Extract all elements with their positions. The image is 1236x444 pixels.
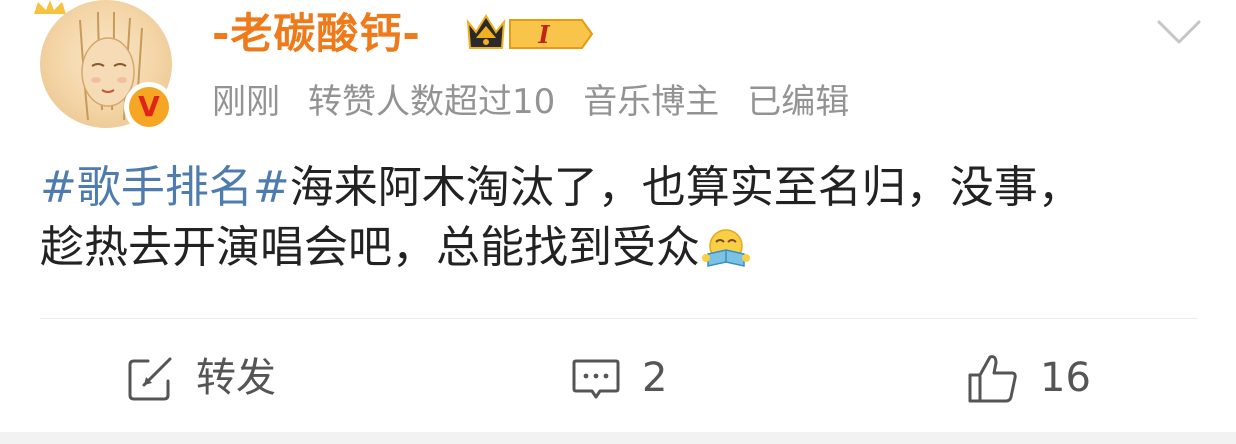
- like-button[interactable]: 16: [966, 348, 1091, 408]
- weibo-post-card: V -老碳酸钙- I 刚刚 转赞人数超过10 音乐博主 已编辑 #歌手排名#海来阿木淘…: [0, 0, 1236, 444]
- content-line1: 海来阿木淘汰了，也算实至名归，没事，: [289, 162, 1082, 213]
- like-count: 16: [1040, 355, 1091, 401]
- content-line2: 趁热去开演唱会吧，总能找到受众: [40, 222, 700, 273]
- crown-icon: [34, 0, 66, 14]
- comment-count: 2: [642, 355, 668, 401]
- share-icon: [128, 357, 172, 401]
- bottom-separator: [0, 432, 1236, 444]
- divider: [40, 318, 1198, 319]
- verified-badge: V: [124, 82, 174, 132]
- post-meta: 刚刚 转赞人数超过10 音乐博主 已编辑: [212, 76, 849, 128]
- chevron-down-icon[interactable]: [1156, 18, 1202, 46]
- author-tag[interactable]: 音乐博主: [583, 82, 719, 122]
- repost-button[interactable]: 转发: [126, 348, 276, 408]
- vip-level-badge: I: [466, 14, 594, 49]
- comment-button[interactable]: 2: [570, 348, 667, 408]
- post-content: #歌手排名#海来阿木淘汰了，也算实至名归，没事， 趁热去开演唱会吧，总能找到受众: [40, 158, 1220, 278]
- edited-label[interactable]: 已编辑: [747, 82, 849, 122]
- verified-mark: V: [138, 90, 160, 123]
- vip-level-text: I: [537, 20, 550, 49]
- comment-icon: [572, 359, 620, 399]
- reading-laugh-emoji-icon: [702, 229, 750, 267]
- username[interactable]: -老碳酸钙-: [212, 6, 421, 62]
- post-time: 刚刚: [212, 82, 280, 122]
- repost-note: 转赞人数超过10: [308, 82, 556, 122]
- thumbs-up-icon: [968, 355, 1017, 403]
- topic-link[interactable]: #歌手排名#: [40, 162, 290, 213]
- repost-label: 转发: [196, 355, 276, 401]
